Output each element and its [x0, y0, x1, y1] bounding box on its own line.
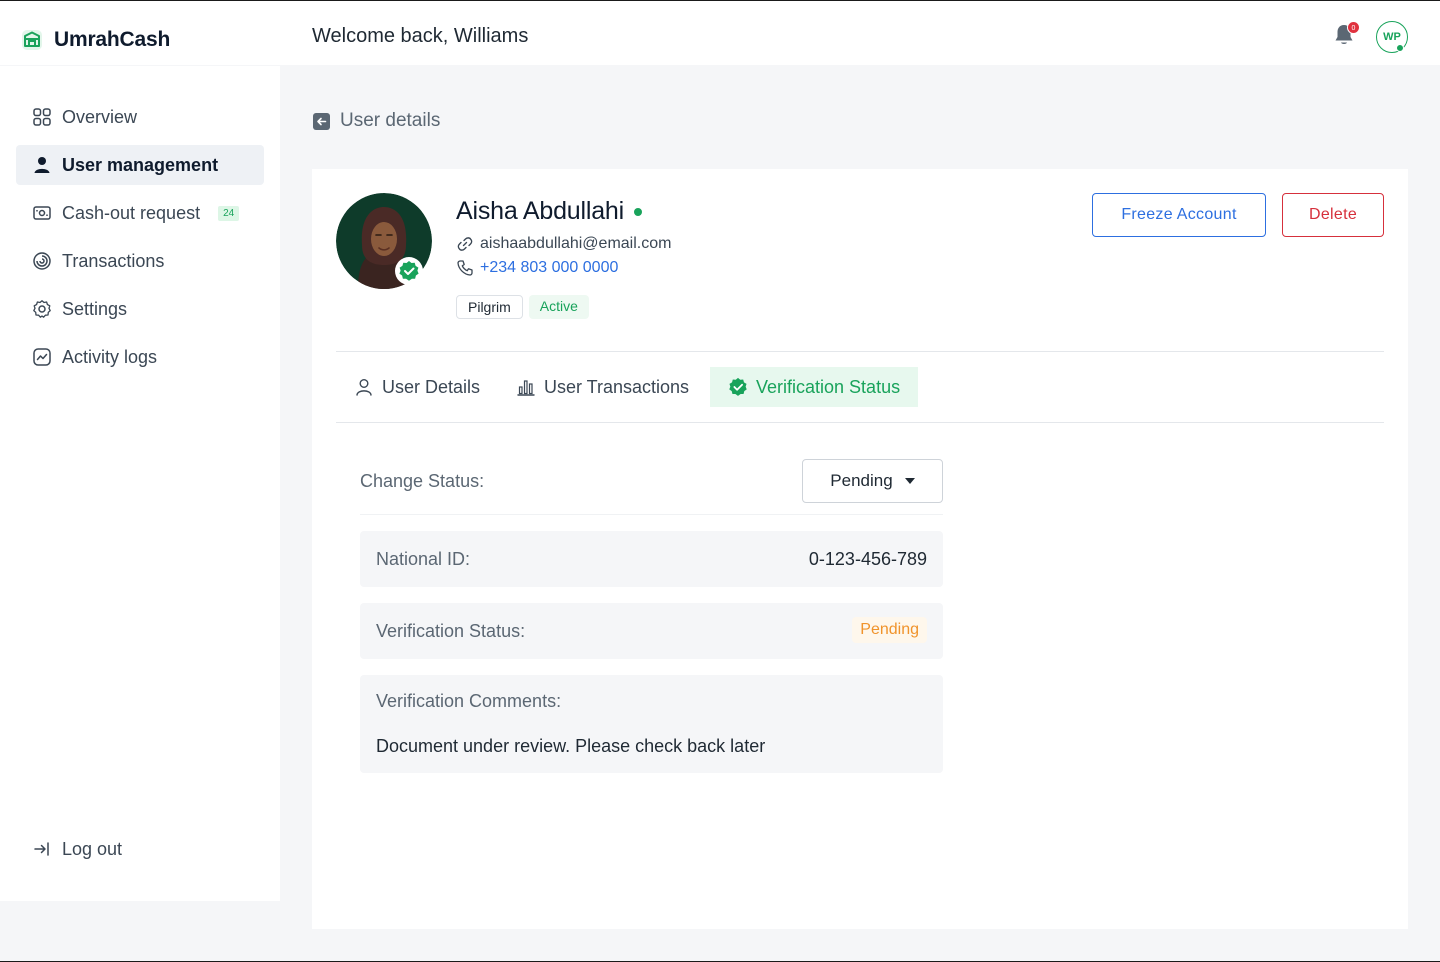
chevron-down-icon — [904, 478, 915, 484]
sidebar-item-activity-logs[interactable]: Activity logs — [16, 337, 264, 377]
phone-icon — [457, 260, 473, 276]
tab-user-transactions[interactable]: User Transactions — [498, 367, 707, 407]
gear-icon — [33, 300, 51, 318]
back-arrow-icon — [313, 112, 330, 130]
user-outline-icon — [356, 379, 372, 396]
user-phone[interactable]: +234 803 000 0000 — [480, 259, 618, 277]
sidebar-item-overview[interactable]: Overview — [16, 97, 264, 137]
logout-label: Log out — [62, 838, 123, 859]
notification-badge: 0 — [1347, 21, 1360, 34]
account-status-tag: Active — [528, 295, 589, 319]
link-icon — [457, 237, 473, 251]
transactions-icon — [33, 252, 51, 270]
sidebar-item-label: Settings — [62, 298, 128, 319]
user-details-card: Aisha Abdullahi aishaabdullahi@email.com… — [312, 169, 1408, 929]
sidebar: Overview User management Cash-out reques… — [0, 66, 280, 901]
sidebar-item-label: User management — [62, 154, 219, 175]
sidebar-item-cash-out-request[interactable]: Cash-out request 24 — [16, 193, 264, 233]
brand-name: UmrahCash — [54, 28, 171, 51]
activity-icon — [33, 348, 51, 366]
online-indicator — [633, 207, 642, 216]
freeze-account-button[interactable]: Freeze Account — [1092, 193, 1266, 237]
welcome-message: Welcome back, Williams — [312, 25, 529, 47]
bar-chart-icon — [517, 380, 535, 396]
verification-comments-box: Verification Comments: Document under re… — [360, 675, 943, 773]
verification-status-row: Verification Status: Pending — [360, 603, 943, 659]
phone-row: +234 803 000 0000 — [456, 259, 618, 277]
sidebar-item-label: Overview — [62, 106, 138, 127]
user-tags: Pilgrim Active — [456, 295, 589, 319]
sidebar-item-label: Activity logs — [62, 346, 158, 367]
wallet-logo-icon — [22, 30, 42, 50]
tab-label: Verification Status — [756, 376, 901, 397]
back-to-users-link[interactable]: User details — [313, 110, 440, 132]
status-dropdown[interactable]: Pending — [802, 459, 943, 503]
brand[interactable]: UmrahCash — [20, 28, 170, 52]
sidebar-item-transactions[interactable]: Transactions — [16, 241, 264, 281]
status-row-divider — [360, 514, 943, 515]
sidebar-item-label: Transactions — [62, 250, 165, 271]
tabs-divider — [336, 422, 1384, 423]
delete-button[interactable]: Delete — [1282, 193, 1384, 237]
logout-button[interactable]: Log out — [16, 829, 264, 869]
role-tag: Pilgrim — [456, 295, 523, 319]
email-row: aishaabdullahi@email.com — [456, 235, 671, 253]
sidebar-item-user-management[interactable]: User management — [16, 145, 264, 185]
top-bar: UmrahCash Welcome back, Williams — [0, 1, 1440, 65]
tab-label: User Details — [382, 376, 481, 397]
verification-comments-label: Verification Comments: — [376, 691, 562, 711]
page-title: User details — [340, 110, 441, 131]
cash-out-count-badge: 24 — [218, 205, 240, 221]
sidebar-item-settings[interactable]: Settings — [16, 289, 264, 329]
user-name-row: Aisha Abdullahi — [456, 197, 642, 226]
tab-label: User Transactions — [544, 376, 690, 397]
user-icon — [34, 157, 50, 173]
verification-status-label: Verification Status: — [376, 621, 526, 641]
verified-badge — [395, 257, 423, 285]
national-id-value: 0-123-456-789 — [808, 549, 927, 569]
sidebar-item-label: Cash-out request — [62, 202, 201, 223]
status-dropdown-value: Pending — [830, 471, 893, 490]
verified-check-icon — [399, 261, 419, 281]
user-email[interactable]: aishaabdullahi@email.com — [480, 235, 671, 253]
pending-status-badge: Pending — [852, 617, 927, 643]
online-status-dot — [1396, 44, 1404, 52]
section-divider — [336, 351, 1384, 352]
verified-icon — [729, 377, 747, 396]
grid-icon — [33, 108, 51, 126]
change-status-label: Change Status: — [360, 471, 485, 491]
logout-icon — [34, 842, 49, 856]
national-id-row: National ID: 0-123-456-789 — [360, 531, 943, 587]
national-id-label: National ID: — [376, 549, 471, 569]
verification-comments-text: Document under review. Please check back… — [376, 736, 766, 756]
user-name: Aisha Abdullahi — [456, 197, 624, 225]
tab-user-details[interactable]: User Details — [336, 367, 498, 407]
cash-icon — [33, 206, 51, 220]
tab-verification-status[interactable]: Verification Status — [710, 367, 919, 407]
